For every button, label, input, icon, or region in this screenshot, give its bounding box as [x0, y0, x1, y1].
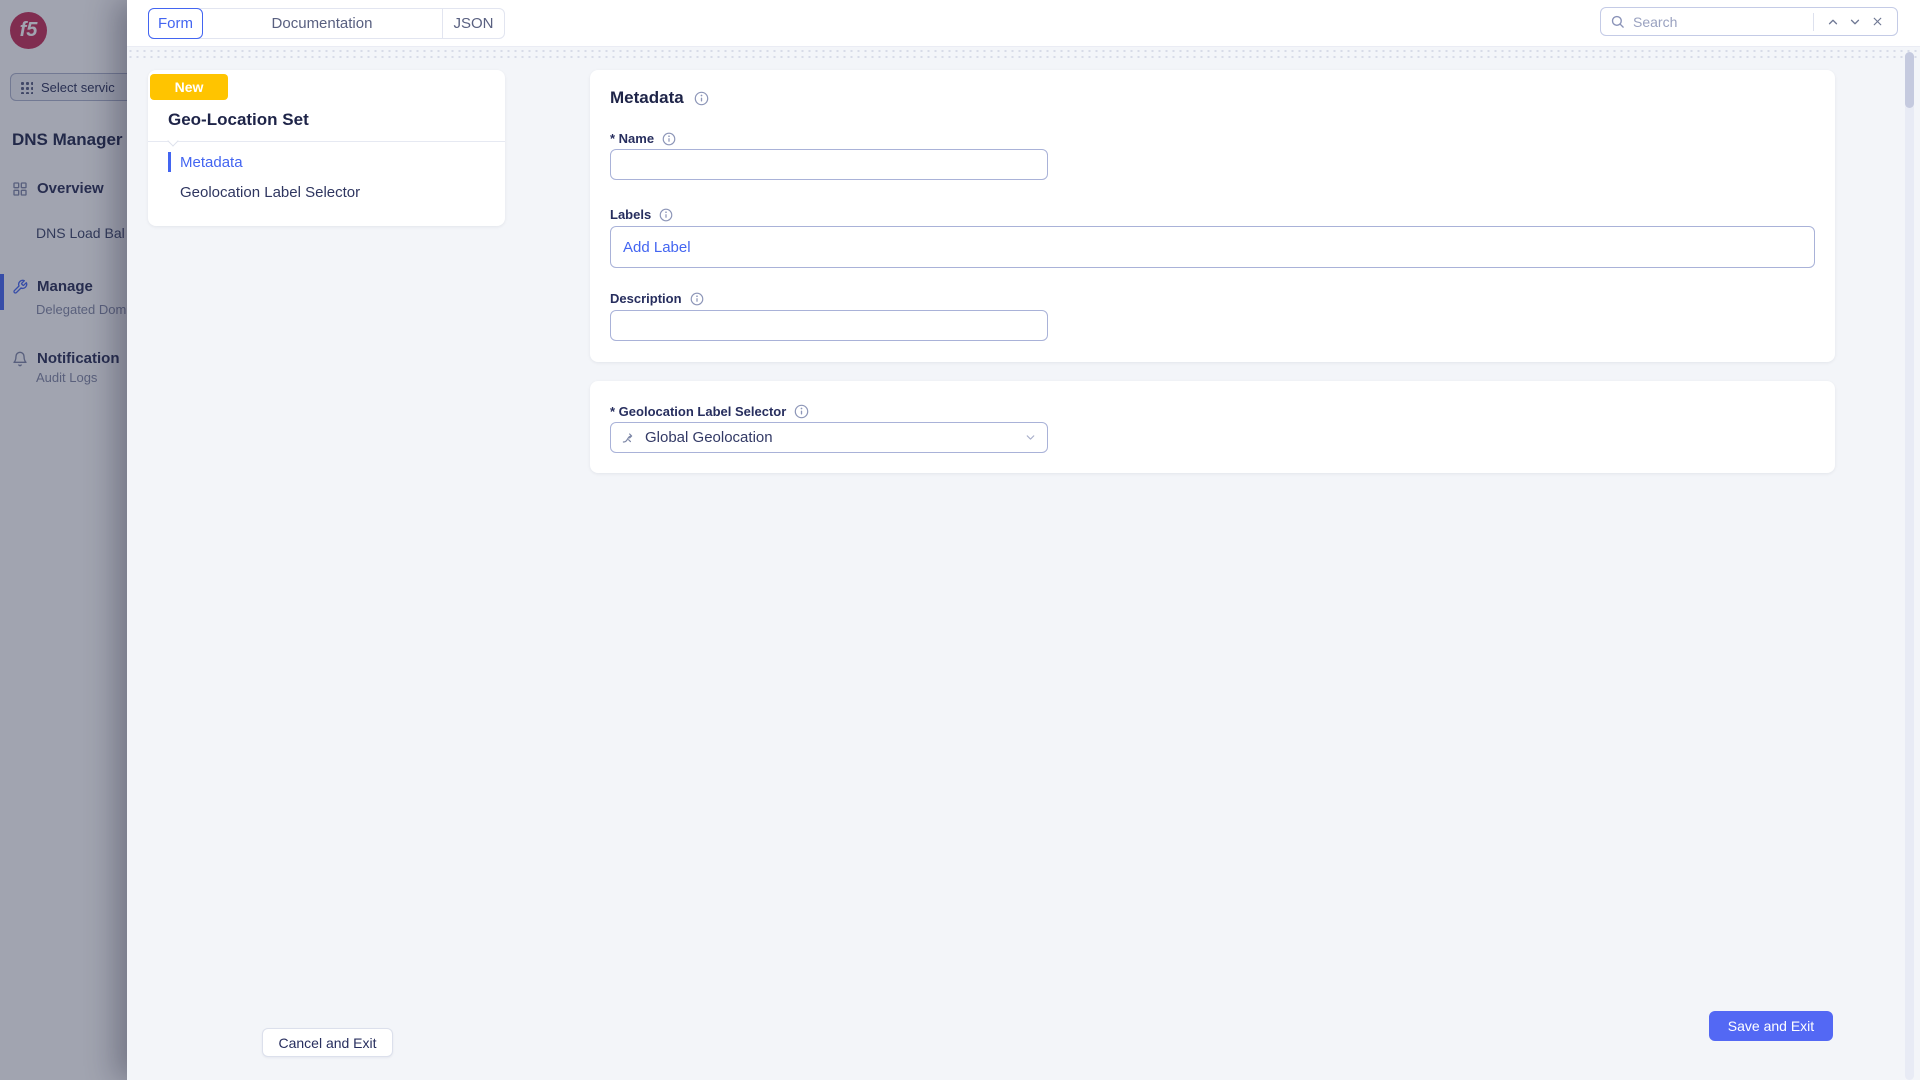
metadata-section-card: Metadata * Name Labels Add Label Descrip…: [590, 70, 1835, 362]
description-label-row: Description: [610, 291, 704, 306]
search-icon: [1610, 14, 1625, 29]
nav-item-label: Geolocation Label Selector: [180, 184, 360, 201]
divider-notch-icon: [167, 135, 178, 146]
info-icon[interactable]: [794, 404, 809, 419]
info-icon[interactable]: [659, 208, 673, 222]
vertical-scrollbar[interactable]: [1905, 52, 1914, 1080]
chevron-down-icon: [1848, 15, 1862, 29]
object-nav-card: New Geo-Location Set Metadata Geolocatio…: [148, 70, 505, 226]
nav-item-geolocation-label-selector[interactable]: Geolocation Label Selector: [180, 182, 360, 202]
selector-label: * Geolocation Label Selector: [610, 404, 786, 419]
labels-label-row: Labels: [610, 207, 673, 222]
nav-divider: [148, 141, 505, 142]
branch-icon: [621, 430, 637, 446]
active-item-bar: [168, 152, 171, 172]
new-badge: New: [150, 74, 228, 100]
dotted-texture: [127, 48, 1920, 59]
geo-location-set-drawer: Form Documentation JSON New Geo-Location…: [127, 0, 1920, 1080]
save-and-exit-button[interactable]: Save and Exit: [1709, 1011, 1833, 1041]
modal-dim-overlay: [0, 0, 127, 1080]
app-sidebar: f5 Select servic DNS Manager Overview DN…: [0, 0, 127, 1080]
name-input[interactable]: [610, 149, 1048, 180]
info-icon[interactable]: [662, 132, 676, 146]
chevron-down-icon: [1024, 431, 1037, 444]
description-input[interactable]: [610, 310, 1048, 341]
nav-item-metadata[interactable]: Metadata: [168, 152, 243, 172]
find-bar: [1600, 7, 1898, 36]
info-icon[interactable]: [694, 91, 709, 106]
find-next-button[interactable]: [1844, 11, 1866, 33]
metadata-heading-row: Metadata: [610, 88, 709, 108]
cancel-and-exit-button[interactable]: Cancel and Exit: [262, 1028, 393, 1057]
tab-json[interactable]: JSON: [442, 9, 504, 38]
info-icon[interactable]: [690, 292, 704, 306]
description-label: Description: [610, 291, 682, 306]
chevron-up-icon: [1826, 15, 1840, 29]
view-tabs: Form Documentation JSON: [148, 8, 505, 39]
close-icon: [1871, 15, 1884, 28]
tab-documentation[interactable]: Documentation: [202, 9, 442, 38]
name-label: * Name: [610, 131, 654, 146]
geolocation-selector-card: * Geolocation Label Selector Global Geol…: [590, 381, 1835, 473]
name-label-row: * Name: [610, 131, 676, 146]
tab-form[interactable]: Form: [148, 8, 203, 39]
selector-label-row: * Geolocation Label Selector: [610, 404, 809, 419]
dropdown-value: Global Geolocation: [645, 429, 1024, 446]
nav-item-label: Metadata: [180, 154, 243, 171]
drawer-topbar: Form Documentation JSON: [127, 0, 1920, 47]
section-heading: Metadata: [610, 88, 684, 108]
find-previous-button[interactable]: [1822, 11, 1844, 33]
search-input[interactable]: [1633, 14, 1805, 30]
geolocation-selector-dropdown[interactable]: Global Geolocation: [610, 422, 1048, 453]
search-divider: [1813, 13, 1814, 31]
object-title: Geo-Location Set: [168, 110, 309, 130]
add-label-button[interactable]: Add Label: [623, 239, 691, 256]
labels-label: Labels: [610, 207, 651, 222]
scrollbar-thumb[interactable]: [1905, 52, 1914, 108]
labels-input[interactable]: Add Label: [610, 226, 1815, 268]
find-close-button[interactable]: [1866, 11, 1888, 33]
